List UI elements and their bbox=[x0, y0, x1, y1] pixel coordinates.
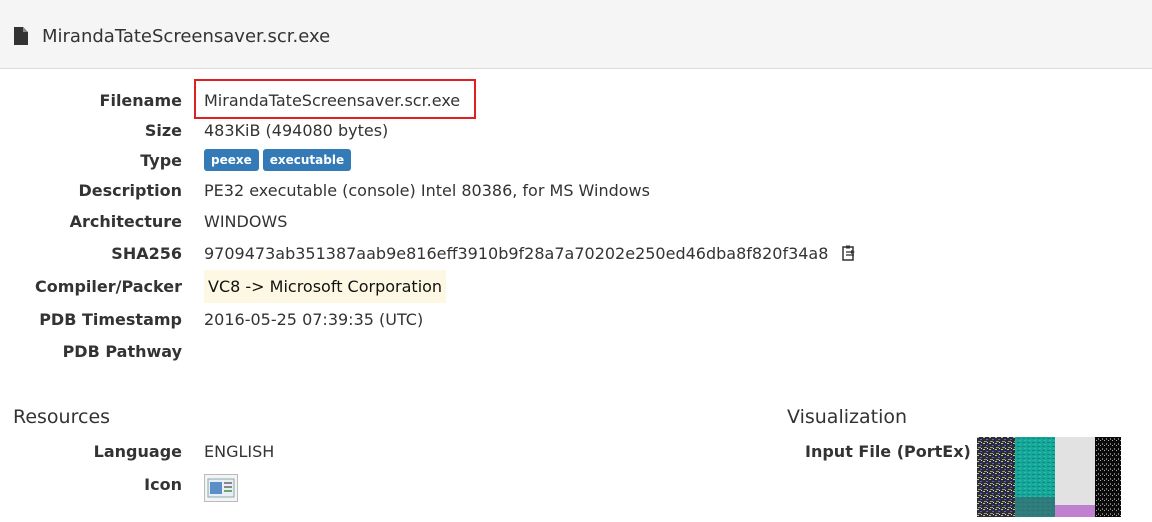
type-badges: peexe executable bbox=[204, 149, 355, 171]
pdb-timestamp-label: PDB Timestamp bbox=[39, 310, 182, 329]
page-title: MirandaTateScreensaver.scr.exe bbox=[42, 26, 331, 47]
sha256-label: SHA256 bbox=[111, 244, 182, 263]
description-label: Description bbox=[78, 181, 182, 200]
language-value: ENGLISH bbox=[204, 442, 275, 461]
compiler-value: VC8 -> Microsoft Corporation bbox=[204, 270, 447, 303]
type-label: Type bbox=[140, 151, 182, 170]
pdb-pathway-label: PDB Pathway bbox=[62, 342, 182, 361]
architecture-label: Architecture bbox=[69, 212, 182, 231]
resources-title: Resources bbox=[13, 406, 111, 428]
filename-value: MirandaTateScreensaver.scr.exe bbox=[204, 91, 461, 110]
description-value: PE32 executable (console) Intel 80386, f… bbox=[204, 181, 650, 200]
size-value: 483KiB (494080 bytes) bbox=[204, 121, 389, 140]
filename-label: Filename bbox=[99, 91, 182, 110]
copy-icon[interactable] bbox=[841, 245, 856, 265]
compiler-label: Compiler/Packer bbox=[35, 277, 182, 296]
resource-icon-image bbox=[204, 474, 238, 502]
file-icon bbox=[14, 27, 28, 49]
architecture-value: WINDOWS bbox=[204, 212, 288, 231]
pdb-timestamp-value: 2016-05-25 07:39:35 (UTC) bbox=[204, 310, 424, 329]
sha256-value: 9709473ab351387aab9e816eff3910b9f28a7a70… bbox=[204, 244, 829, 263]
portex-visualization-image[interactable] bbox=[977, 437, 1121, 517]
type-badge-executable[interactable]: executable bbox=[262, 149, 352, 171]
file-header: MirandaTateScreensaver.scr.exe bbox=[0, 0, 1152, 69]
size-label: Size bbox=[144, 121, 182, 140]
language-label: Language bbox=[93, 442, 182, 461]
icon-label: Icon bbox=[144, 475, 182, 494]
visualization-title: Visualization bbox=[787, 406, 908, 428]
type-badge-peexe[interactable]: peexe bbox=[204, 149, 259, 171]
input-file-label: Input File (PortEx) bbox=[805, 442, 971, 461]
